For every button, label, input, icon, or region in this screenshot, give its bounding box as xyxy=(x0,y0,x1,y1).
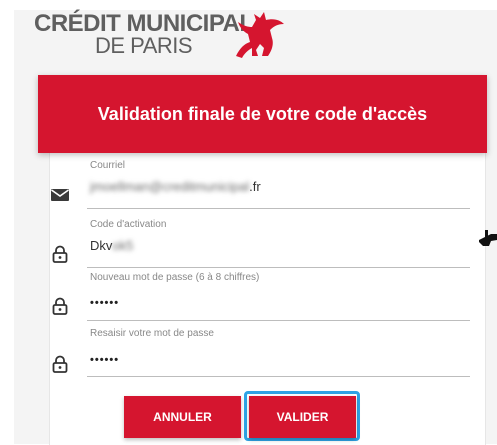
activation-code-value[interactable]: Dkvok5 xyxy=(90,238,133,253)
activation-code-label: Code d'activation xyxy=(90,219,167,230)
new-password-value[interactable]: •••••• xyxy=(90,297,119,309)
email-value-redacted: jmoellman@creditmunicipal xyxy=(90,179,250,194)
envelope-icon xyxy=(51,189,69,201)
lock-icon xyxy=(52,297,68,315)
confirm-password-label: Resaisir votre mot de passe xyxy=(90,328,214,339)
page-title: Validation finale de votre code d'accès xyxy=(97,103,428,124)
new-password-label: Nouveau mot de passe (6 à 8 chiffres) xyxy=(90,272,260,283)
credit-municipal-logo: CRÉDIT MUNICIPAL DE PARIS xyxy=(34,8,294,68)
activation-code-prefix: Dkv xyxy=(90,238,113,253)
email-label: Courriel xyxy=(90,160,126,171)
logo-text-line2: DE PARIS xyxy=(95,33,193,58)
lock-icon xyxy=(52,355,68,373)
pointer-hand-icon xyxy=(479,230,497,246)
email-value-suffix: .fr xyxy=(249,179,261,194)
lock-icon xyxy=(52,245,68,263)
email-field[interactable]: Courriel jmoellman@creditmunicipal.fr xyxy=(87,160,470,209)
new-password-field[interactable]: Nouveau mot de passe (6 à 8 chiffres) ••… xyxy=(87,272,470,321)
email-value[interactable]: jmoellman@creditmunicipal.fr xyxy=(90,179,261,194)
activation-code-field[interactable]: Code d'activation Dkvok5 xyxy=(87,219,470,268)
title-banner: Validation finale de votre code d'accès xyxy=(38,75,487,153)
left-margin xyxy=(0,0,14,444)
confirm-password-value[interactable]: •••••• xyxy=(90,354,119,366)
confirm-password-field[interactable]: Resaisir votre mot de passe •••••• xyxy=(87,328,470,377)
activation-code-redacted: ok5 xyxy=(112,238,134,253)
validate-button[interactable]: VALIDER xyxy=(249,396,356,438)
griffin-logo-icon xyxy=(236,12,284,58)
cancel-button[interactable]: ANNULER xyxy=(124,396,241,438)
